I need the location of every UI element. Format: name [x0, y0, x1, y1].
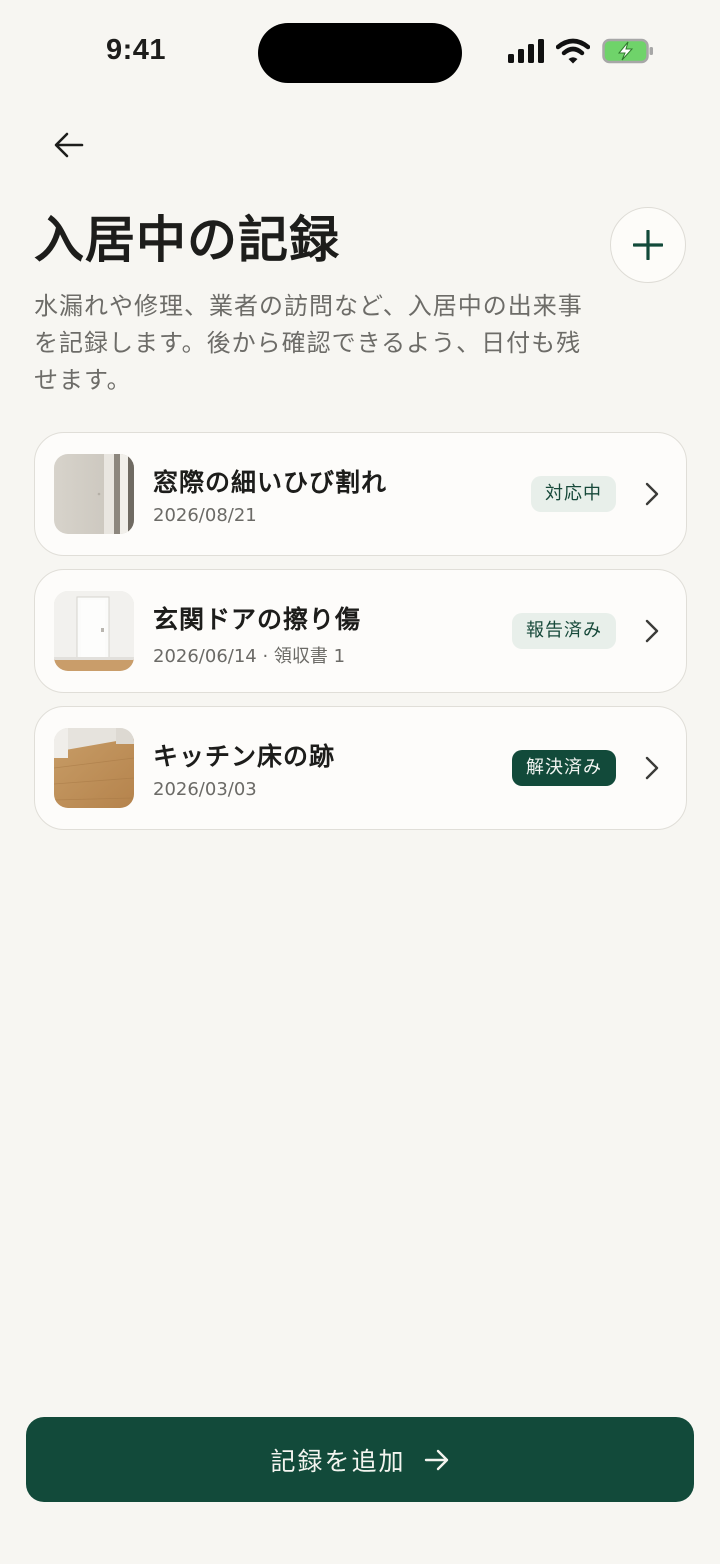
chevron-right-icon — [645, 619, 659, 643]
chevron-right-icon — [645, 756, 659, 780]
arrow-right-icon — [424, 1449, 448, 1470]
add-record-button-label: 記録を追加 — [270, 1446, 406, 1476]
record-title: 玄関ドアの擦り傷 — [153, 605, 362, 634]
cellular-signal-icon — [508, 39, 544, 63]
record-meta: 2026/03/03 — [153, 779, 257, 800]
record-title: 窓際の細いひび割れ — [153, 468, 388, 497]
record-title: キッチン床の跡 — [153, 742, 336, 771]
status-badge: 対応中 — [531, 476, 616, 512]
add-record-icon-button[interactable] — [610, 207, 686, 283]
status-icons — [508, 38, 654, 64]
back-arrow-icon — [54, 132, 84, 158]
wifi-icon — [556, 38, 590, 64]
record-card[interactable]: 玄関ドアの擦り傷 2026/06/14 · 領収書 1 報告済み — [34, 569, 687, 693]
record-card[interactable]: キッチン床の跡 2026/03/03 解決済み — [34, 706, 687, 830]
plus-icon — [633, 230, 663, 260]
status-time: 9:41 — [106, 34, 167, 66]
add-record-button[interactable]: 記録を追加 — [26, 1417, 694, 1502]
record-thumbnail-entrance-door — [54, 591, 134, 671]
record-meta: 2026/08/21 — [153, 505, 257, 526]
page-description: 水漏れや修理、業者の訪問など、入居中の出来事を記録します。後から確認できるよう、… — [34, 292, 583, 394]
status-badge: 報告済み — [512, 613, 616, 649]
screen: 9:41 入居中の記録 水漏れや修理、業者の訪問など、入居中の出来事を記録します… — [0, 0, 720, 1564]
chevron-right-icon — [645, 482, 659, 506]
record-meta: 2026/06/14 · 領収書 1 — [153, 646, 346, 667]
battery-charging-icon — [602, 38, 653, 64]
back-button[interactable] — [46, 122, 92, 168]
page-title: 入居中の記録 — [34, 211, 340, 269]
record-thumbnail-kitchen-floor — [54, 728, 134, 808]
record-card[interactable]: 窓際の細いひび割れ 2026/08/21 対応中 — [34, 432, 687, 556]
record-thumbnail-window-wall — [54, 454, 134, 534]
status-badge: 解決済み — [512, 750, 616, 786]
dynamic-island — [258, 23, 462, 83]
record-list: 窓際の細いひび割れ 2026/08/21 対応中 玄関ドアの擦り傷 2026/0… — [34, 432, 687, 843]
